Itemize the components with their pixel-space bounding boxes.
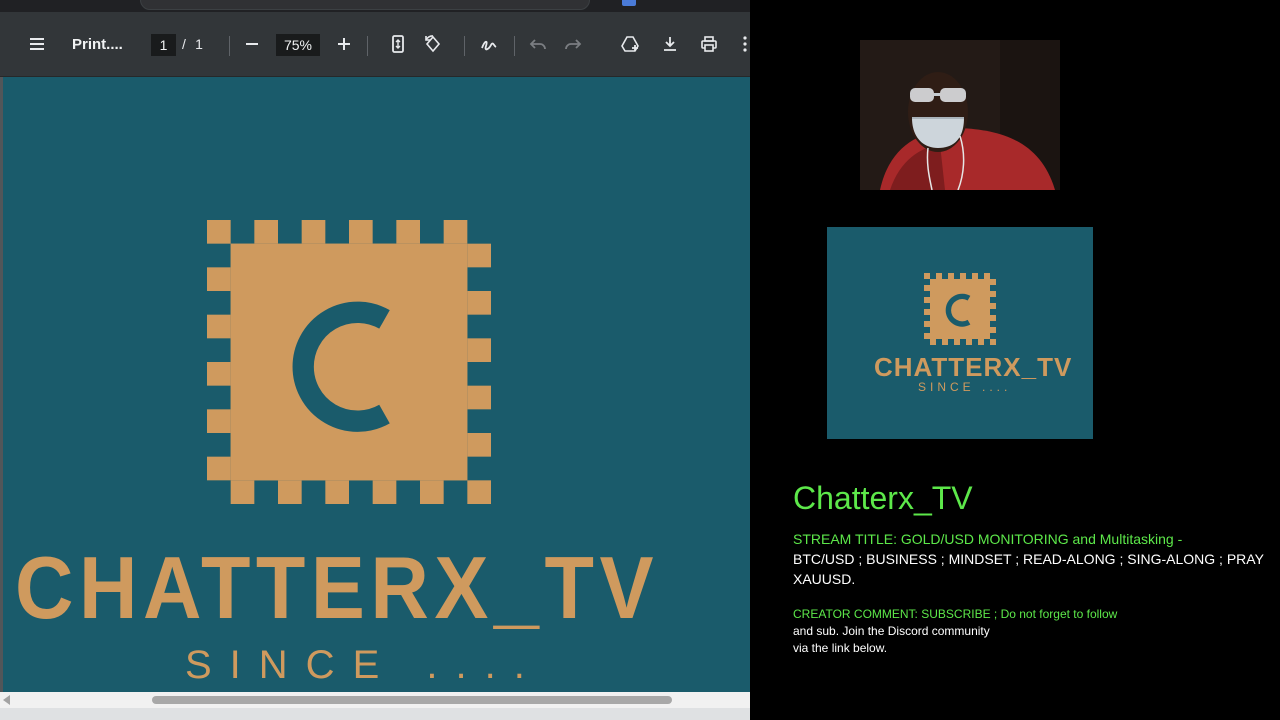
zoom-in-icon[interactable] <box>328 12 360 76</box>
undo-icon[interactable] <box>522 12 554 76</box>
webcam-person-image <box>860 40 1060 190</box>
logo-checker-square <box>254 220 278 244</box>
channel-name: Chatterx_TV <box>793 480 973 516</box>
logo-checker-square <box>990 339 996 345</box>
webcam-feed <box>860 40 1060 190</box>
logo-checker-square <box>301 220 326 244</box>
logo-checker-square <box>207 409 231 433</box>
logo-checker-square <box>930 339 936 345</box>
logo-checker-square <box>207 314 231 339</box>
rotate-icon[interactable] <box>417 12 449 76</box>
logo-checker-square <box>990 315 996 321</box>
pdf-viewer-window: Print.... 1 / 1 75% CHATTERX_TV SINCE ..… <box>0 0 750 720</box>
logo-checker-square <box>978 339 984 345</box>
logo-checker-square <box>467 480 491 504</box>
logo-checker-square <box>325 480 349 504</box>
more-icon[interactable] <box>735 12 750 76</box>
thumbnail-brand-since: SINCE .... <box>918 380 1012 394</box>
scrollbar-thumb[interactable] <box>152 696 672 704</box>
logo-checker-square <box>960 273 966 279</box>
logo-checker-square <box>924 321 930 327</box>
annotate-pen-icon[interactable] <box>473 12 505 76</box>
toolbar-divider <box>367 36 368 56</box>
logo-checker-square <box>942 339 948 345</box>
stream-title-line: BTC/USD ; BUSINESS ; MINDSET ; READ-ALON… <box>793 551 1264 567</box>
logo-checker-square <box>924 285 930 291</box>
logo-checker-square <box>207 456 231 481</box>
pdf-toolbar: Print.... 1 / 1 75% <box>0 12 750 77</box>
logo-checker-square <box>948 273 954 279</box>
logo-checker-square <box>924 309 930 315</box>
logo-checker-square <box>396 220 420 244</box>
logo-checker-square <box>349 220 373 244</box>
stream-title-line: XAUUSD. <box>793 571 856 587</box>
toolbar-divider <box>464 36 465 56</box>
logo-checker-square <box>990 303 996 309</box>
logo-checker-square <box>972 273 978 279</box>
horizontal-scrollbar[interactable] <box>0 692 750 708</box>
creator-comment-line: CREATOR COMMENT: SUBSCRIBE ; Do not forg… <box>793 607 1118 621</box>
logo-checker-square <box>467 243 491 268</box>
menu-icon[interactable] <box>21 12 53 76</box>
logo-checker-square <box>230 480 255 504</box>
stream-logo-thumbnail: CHATTERX_TV SINCE .... <box>827 227 1093 439</box>
address-bar[interactable] <box>140 0 590 10</box>
creator-comment-line: and sub. Join the Discord community <box>793 624 990 638</box>
logo-checker-square <box>954 339 960 345</box>
taskbar-strip <box>0 708 750 720</box>
checkered-logo-graphic <box>207 220 491 504</box>
stream-title-line: STREAM TITLE: GOLD/USD MONITORING and Mu… <box>793 531 1183 547</box>
download-icon[interactable] <box>654 12 686 76</box>
logo-center-block <box>230 243 468 481</box>
logo-checker-square <box>984 273 990 279</box>
page-number-input[interactable]: 1 <box>151 34 176 56</box>
pdf-page: CHATTERX_TV SINCE .... <box>3 77 750 692</box>
document-area: CHATTERX_TV SINCE .... <box>0 77 750 692</box>
creator-comment-line: via the link below. <box>793 641 888 655</box>
logo-checker-square <box>372 480 397 504</box>
logo-checker-square <box>207 267 231 291</box>
thumbnail-brand-name: CHATTERX_TV <box>874 352 1073 382</box>
toolbar-divider <box>514 36 515 56</box>
brand-name: CHATTERX_TV <box>15 538 659 637</box>
redo-icon[interactable] <box>557 12 589 76</box>
logo-center-block <box>930 279 990 339</box>
scroll-left-arrow-icon[interactable] <box>3 695 10 705</box>
print-icon[interactable] <box>693 12 725 76</box>
extension-icon[interactable] <box>622 0 636 6</box>
logo-checker-square <box>467 385 491 410</box>
logo-checker-square <box>467 338 491 362</box>
thumbnail-logo-graphic <box>924 273 996 345</box>
page-total: 1 <box>195 36 203 52</box>
document-title: Print.... <box>72 35 123 53</box>
logo-checker-square <box>420 480 444 504</box>
page-separator: / <box>182 36 186 52</box>
browser-top-strip <box>0 0 750 12</box>
logo-checker-square <box>990 279 996 285</box>
logo-checker-square <box>936 273 942 279</box>
save-to-drive-icon[interactable] <box>614 12 646 76</box>
thumbnail-checkered-logo <box>924 273 996 350</box>
logo-checker-square <box>990 327 996 333</box>
zoom-level-input[interactable]: 75% <box>276 34 320 56</box>
logo-checker-square <box>924 333 930 339</box>
toolbar-divider <box>229 36 230 56</box>
logo-checker-square <box>990 291 996 297</box>
logo-checker-square <box>924 273 930 279</box>
zoom-out-icon[interactable] <box>236 12 268 76</box>
logo-checker-square <box>467 291 491 315</box>
checkered-logo <box>207 220 491 509</box>
logo-checker-square <box>207 362 231 386</box>
fit-page-icon[interactable] <box>382 12 414 76</box>
logo-checker-square <box>966 339 972 345</box>
logo-checker-square <box>924 297 930 303</box>
logo-checker-square <box>278 480 302 504</box>
brand-since: SINCE .... <box>185 643 543 687</box>
logo-checker-square <box>443 220 468 244</box>
logo-checker-square <box>207 220 231 244</box>
logo-checker-square <box>467 433 491 457</box>
